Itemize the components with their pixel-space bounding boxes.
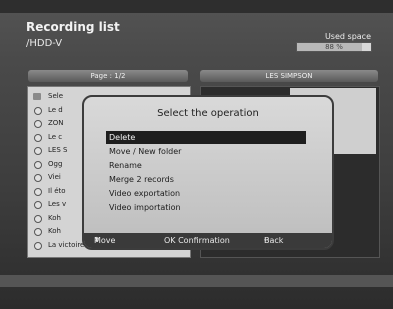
list-item-label: Le d [48,105,63,114]
recording-icon [34,120,42,128]
operation-dialog: Select the operation Delete Move / New fo… [82,95,334,250]
folder-icon [33,93,41,100]
move-label: Move [94,236,116,245]
operation-option[interactable]: Video exportation [106,187,306,200]
dialog-footer: ⬍ Move OK Confirmation ↵ Back [84,233,332,248]
recording-icon [34,106,42,115]
page-indicator: Page : 1/2 [28,70,188,82]
page-title: Recording list [26,20,120,34]
list-item-label: Koh [48,213,61,222]
operation-option[interactable]: Move / New folder [106,145,306,158]
used-space-value: 88 % [325,43,343,51]
list-item-label: Sele [48,92,64,100]
operation-option[interactable]: Delete [106,131,306,144]
bottom-strip [0,275,393,287]
list-item-label: Koh [48,227,61,235]
list-item-label: Il éto [48,186,66,195]
recording-icon [34,214,42,223]
recording-icon [34,187,42,196]
back-label: Back [264,236,284,245]
recording-icon [34,147,42,155]
list-item-label: Viei [48,173,61,181]
recording-icon [34,133,42,142]
tv-screen: Recording list /HDD-V Used space 88 % Pa… [0,0,393,309]
used-space-label: Used space [324,32,371,41]
list-item-label: Le c [48,132,63,141]
recording-icon [34,201,42,209]
operation-option[interactable]: Rename [106,159,306,172]
list-item-label: Ogg [48,159,63,168]
recording-icon [34,174,42,182]
ok-confirmation-hint: OK Confirmation [164,236,230,245]
drive-path: /HDD-V [26,38,63,49]
list-item-label: LES S [48,146,68,154]
used-space-bar: 88 % [296,42,372,52]
selected-recording-title: LES SIMPSON [200,70,378,82]
operation-option[interactable]: Merge 2 records [106,173,306,186]
recording-icon [34,160,42,169]
recording-icon [34,228,42,236]
operation-option[interactable]: Video importation [106,201,306,214]
list-item-label: Les v [48,200,67,208]
top-band [0,0,393,13]
dialog-title: Select the operation [157,108,259,119]
list-item-label: ZON [48,119,64,127]
recording-icon [34,241,42,250]
